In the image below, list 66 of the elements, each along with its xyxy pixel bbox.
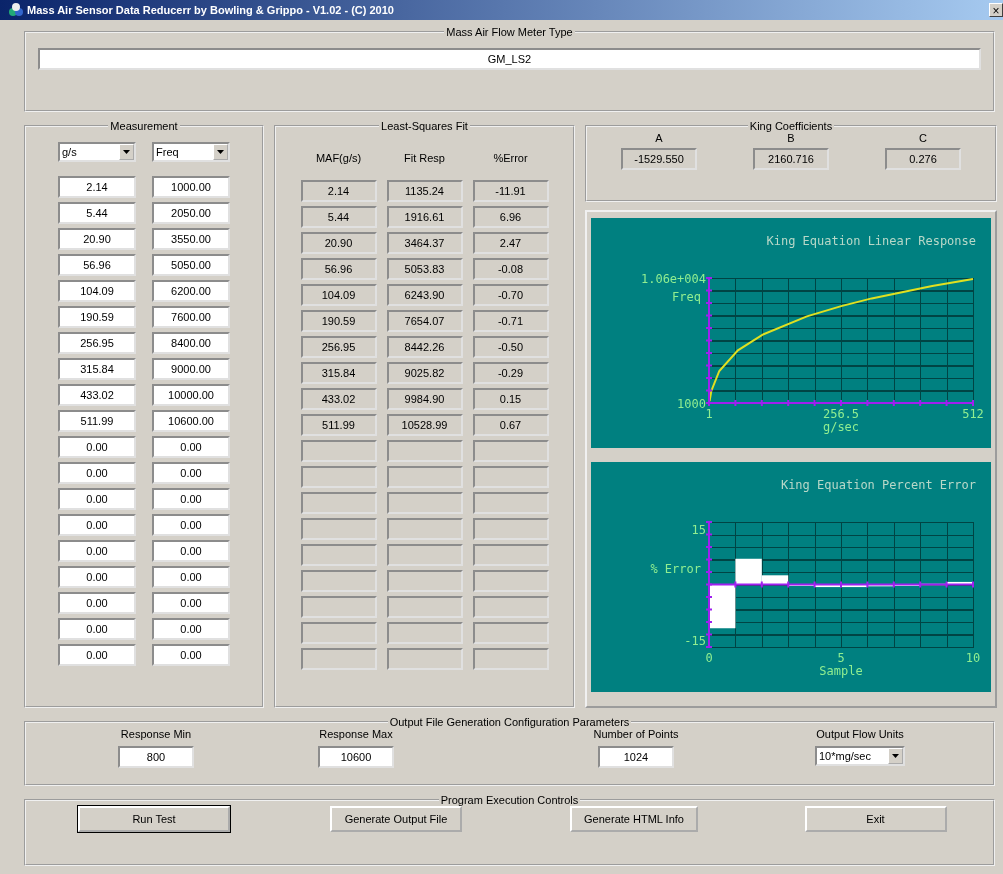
result-field: 5053.83 [386, 258, 463, 280]
x-tick-label: 256.5 [822, 407, 860, 421]
result-field: 256.95 [300, 336, 377, 358]
result-field: 7654.07 [386, 310, 463, 332]
parameter-label: Response Min [120, 728, 192, 740]
result-field: -0.29 [472, 362, 549, 384]
group-title: Output File Generation Configuration Parameters [388, 716, 631, 728]
coefficient-label: B [787, 132, 795, 144]
result-field: 9025.82 [386, 362, 463, 384]
x-tick-label: 1 [705, 407, 713, 421]
result-field: 2.47 [472, 232, 549, 254]
coefficient-field: 0.276 [885, 148, 961, 170]
result-field: 1135.24 [386, 180, 463, 202]
coefficient-field: 2160.716 [753, 148, 829, 170]
result-field: -0.71 [472, 310, 549, 332]
window-title: Mass Air Sensor Data Reducerr by Bowling & Grippo - V1.02 - (C) 2010 [27, 4, 395, 16]
x-tick-label: 10 [965, 651, 981, 665]
result-field: -0.50 [472, 336, 549, 358]
coefficient-field: -1529.550 [621, 148, 697, 170]
result-field: 2.14 [300, 180, 377, 202]
group-title: Measurement [109, 120, 179, 132]
result-field: 1916.61 [386, 206, 463, 228]
result-field: 9984.90 [386, 388, 463, 410]
result-field: 433.02 [300, 388, 377, 410]
result-field: -0.70 [472, 284, 549, 306]
x-axis-label: Sample [819, 664, 863, 678]
result-field: -11.91 [472, 180, 549, 202]
y-axis-label: Freq [672, 289, 701, 304]
column-header: Fit Resp [403, 151, 446, 166]
x-tick-label: 5 [837, 651, 845, 665]
result-field: 511.99 [300, 414, 377, 436]
result-field: -0.08 [472, 258, 549, 280]
y-axis-label: % Error [650, 561, 701, 576]
group-title: Program Execution Controls [439, 794, 580, 806]
y-tick-label: 1.06e+004 [640, 272, 706, 286]
coefficient-label: C [919, 132, 927, 144]
coefficient-label: A [655, 132, 663, 144]
column-header: %Error [492, 151, 529, 166]
y-tick-label: 15 [691, 523, 706, 538]
group-title: King Coefficients [748, 120, 834, 132]
result-field: 8442.26 [386, 336, 463, 358]
parameter-label: Response Max [319, 728, 393, 740]
column-header: MAF(g/s) [314, 151, 363, 166]
result-field: 0.15 [472, 388, 549, 410]
result-field: 190.59 [300, 310, 377, 332]
x-axis-label: g/sec [822, 420, 860, 434]
result-field: 6.96 [472, 206, 549, 228]
result-field: 5.44 [300, 206, 377, 228]
result-field: 10528.99 [386, 414, 463, 436]
x-tick-label: 512 [962, 407, 984, 421]
group-title: Least-Squares Fit [380, 120, 469, 132]
x-tick-label: 0 [705, 651, 713, 665]
group-title: Mass Air Flow Meter Type [445, 26, 574, 38]
result-field: 56.96 [300, 258, 377, 280]
result-field: 0.67 [472, 414, 549, 436]
y-tick-label: 1000 [677, 397, 706, 411]
chart-title: King Equation Percent Error [780, 478, 976, 492]
result-field: 315.84 [300, 362, 377, 384]
result-field: 3464.37 [386, 232, 463, 254]
result-field: 20.90 [300, 232, 377, 254]
result-field: 104.09 [300, 284, 377, 306]
parameter-label: Output Flow Units [816, 728, 904, 740]
result-field: 6243.90 [386, 284, 463, 306]
y-tick-label: -15 [684, 633, 706, 648]
parameter-label: Number of Points [593, 728, 679, 740]
chart-title: King Equation Linear Response [766, 234, 976, 248]
